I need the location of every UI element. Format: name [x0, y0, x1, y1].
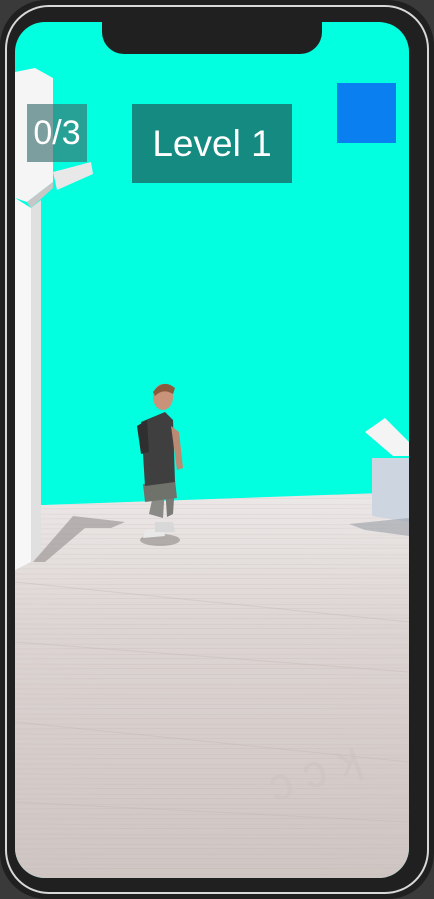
left-arm: [53, 162, 93, 190]
phone-notch: [102, 22, 322, 54]
right-block-face: [372, 458, 409, 522]
game-screen[interactable]: ɔ ɔ ʞ 0/3 Level 1: [15, 22, 409, 878]
blue-square-button[interactable]: [337, 83, 396, 143]
level-label: Level 1: [132, 104, 292, 183]
floor-grain: [15, 492, 409, 878]
left-wall-side: [31, 200, 41, 562]
left-wall: [15, 198, 31, 570]
right-block-top: [365, 418, 409, 456]
collected-counter: 0/3: [27, 104, 87, 162]
